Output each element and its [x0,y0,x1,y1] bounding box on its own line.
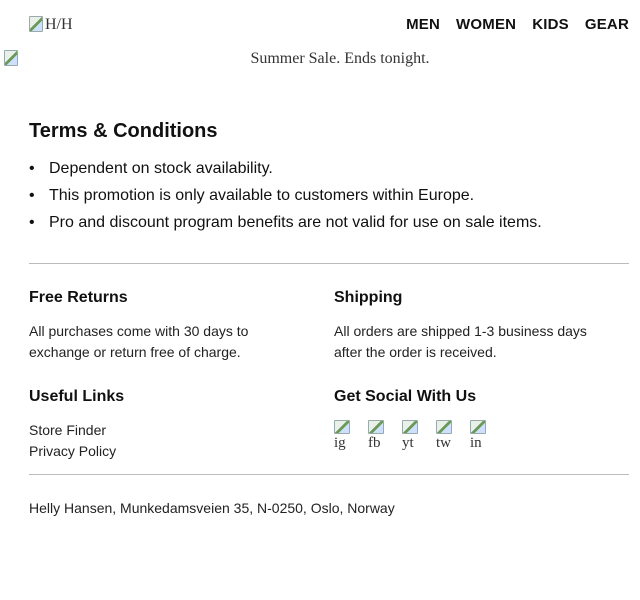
instagram-alt: ig [334,435,346,451]
terms-section: Terms & Conditions Dependent on stock av… [29,120,629,240]
shipping-title: Shipping [334,289,403,306]
free-returns-title: Free Returns [29,289,128,306]
youtube-icon [402,420,418,434]
nav-link-men[interactable]: MEN [406,16,440,33]
store-finder-link[interactable]: Store Finder [29,420,309,441]
social-links: ig fb yt tw in [334,420,614,451]
facebook-icon [368,420,384,434]
youtube-link[interactable]: yt [402,420,418,451]
linkedin-icon [470,420,486,434]
nav-link-women[interactable]: WOMEN [456,16,516,33]
privacy-policy-link[interactable]: Privacy Policy [29,441,309,462]
divider [29,263,629,264]
instagram-link[interactable]: ig [334,420,350,451]
logo-link[interactable]: H/H [29,16,73,34]
logo-alt-text: H/H [45,16,73,33]
terms-title: Terms & Conditions [29,120,218,142]
footer-address: Helly Hansen, Munkedamsveien 35, N-0250,… [29,500,395,516]
main-nav: MEN WOMEN KIDS GEAR [406,16,629,33]
site-header: H/H MEN WOMEN KIDS GEAR [29,14,629,36]
social-title: Get Social With Us [334,388,477,405]
free-returns-block: Free Returns All purchases come with 30 … [29,289,309,363]
divider [29,474,629,475]
nav-link-kids[interactable]: KIDS [532,16,569,33]
terms-item: Pro and discount program benefits are no… [29,213,629,240]
broken-image-icon [29,16,43,32]
shipping-block: Shipping All orders are shipped 1-3 busi… [334,289,614,363]
linkedin-link[interactable]: in [470,420,486,451]
twitter-icon [436,420,452,434]
sale-banner[interactable]: Summer Sale. Ends tonight. [4,48,640,70]
terms-list: Dependent on stock availability. This pr… [29,159,629,240]
instagram-icon [334,420,350,434]
useful-links-title: Useful Links [29,388,125,405]
terms-item: Dependent on stock availability. [29,159,629,186]
banner-text: Summer Sale. Ends tonight. [250,50,430,67]
useful-links-block: Useful Links Store Finder Privacy Policy [29,388,309,462]
facebook-link[interactable]: fb [368,420,384,451]
terms-item: This promotion is only available to cust… [29,186,629,213]
shipping-text: All orders are shipped 1-3 business days… [334,323,587,360]
facebook-alt: fb [368,435,381,451]
youtube-alt: yt [402,435,414,451]
free-returns-text: All purchases come with 30 days to excha… [29,323,249,360]
nav-link-gear[interactable]: GEAR [585,16,629,33]
twitter-link[interactable]: tw [436,420,452,451]
social-block: Get Social With Us ig fb yt tw in [334,388,614,451]
twitter-alt: tw [436,435,451,451]
linkedin-alt: in [470,435,482,451]
